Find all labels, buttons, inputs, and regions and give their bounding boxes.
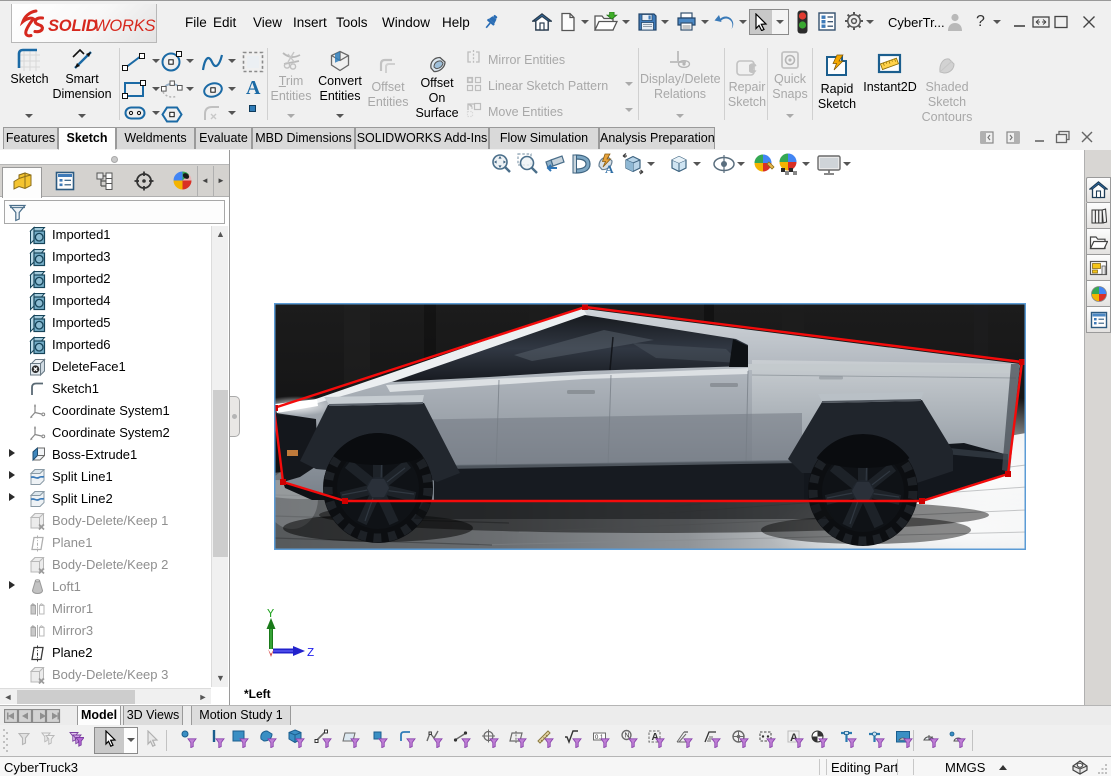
svg-text:A: A (605, 162, 614, 176)
svg-text:SOLID: SOLID (48, 17, 98, 35)
svg-text:Z: Z (307, 646, 314, 660)
svg-text:Y: Y (267, 607, 274, 621)
svg-text:WORKS: WORKS (94, 17, 156, 35)
svg-text:A: A (246, 77, 261, 97)
